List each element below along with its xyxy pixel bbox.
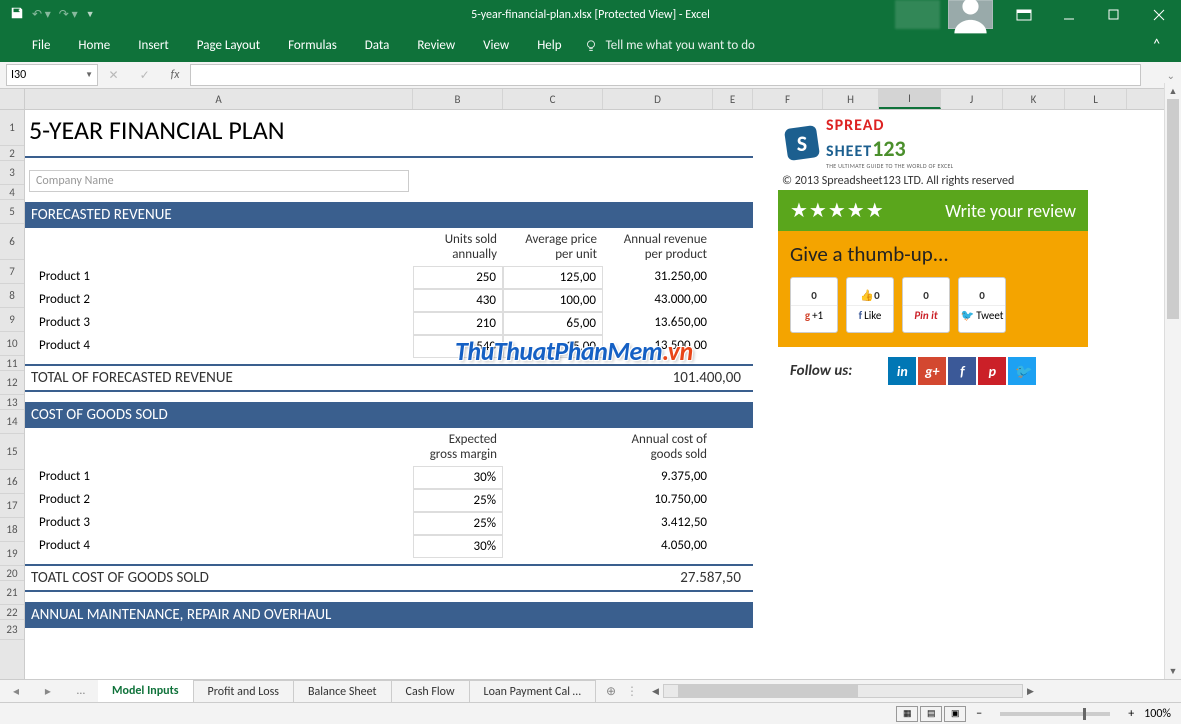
zoom-level[interactable]: 100% xyxy=(1144,707,1171,721)
tab-file[interactable]: File xyxy=(18,30,64,61)
qat-dropdown-icon[interactable]: ▼ xyxy=(86,9,95,20)
spreadsheet123-logo: S SPREAD SHEET123 THE ULTIMATE GUIDE TO … xyxy=(778,110,1088,172)
stars-icon: ★★★★★ xyxy=(790,198,885,223)
sheet-tab-cashflow[interactable]: Cash Flow xyxy=(392,680,470,703)
cogs-header: COST OF GOODS SOLD xyxy=(25,402,753,428)
tab-formulas[interactable]: Formulas xyxy=(274,30,351,61)
row-headers[interactable]: 1 2 3 4 5 6 7 8 9 10 11 12 13 14 15 16 1… xyxy=(0,89,25,679)
column-headers[interactable]: A B C D E F H I J K L xyxy=(25,89,1181,110)
user-avatar[interactable] xyxy=(948,0,993,29)
ribbon-collapse-icon[interactable]: ˄ xyxy=(1152,36,1161,55)
pinterest-button[interactable]: 0 Pin it xyxy=(902,277,950,333)
sheet-title: 5-YEAR FINANCIAL PLAN xyxy=(25,110,753,158)
lightbulb-icon xyxy=(584,39,598,53)
copyright-text: © 2013 Spreadsheet123 LTD. All rights re… xyxy=(778,172,1088,190)
hscroll-right-icon[interactable]: ▶ xyxy=(1027,686,1034,697)
tab-nav-prev-icon[interactable]: ▸ xyxy=(45,684,51,699)
tab-review[interactable]: Review xyxy=(403,30,469,61)
scroll-up-icon[interactable]: ▲ xyxy=(1165,83,1181,99)
add-sheet-button[interactable]: ⊕ xyxy=(596,684,626,699)
formula-bar: I30▼ ✕ ✓ fx ⌄ xyxy=(0,62,1181,89)
company-name-input[interactable]: Company Name xyxy=(29,170,409,192)
ribbon-display-icon[interactable] xyxy=(1001,0,1046,29)
scroll-thumb[interactable] xyxy=(1167,99,1179,319)
svg-text:S: S xyxy=(797,130,807,157)
tab-page-layout[interactable]: Page Layout xyxy=(183,30,274,61)
user-name-blur xyxy=(895,0,940,29)
tab-nav-more-icon[interactable]: … xyxy=(77,684,85,698)
sheet-tab-pl[interactable]: Profit and Loss xyxy=(194,680,294,703)
forecast-revenue-header: FORECASTED REVENUE xyxy=(25,202,753,228)
total-cogs-row: TOATL COST OF GOODS SOLD 27.587,50 xyxy=(25,564,753,592)
status-bar: ▦ ▤ ▣ − + 100% xyxy=(0,702,1181,724)
google-plus-button[interactable]: 0 g+1 xyxy=(790,277,838,333)
twitter-icon[interactable]: 🐦 xyxy=(1008,357,1036,385)
normal-view-icon[interactable]: ▦ xyxy=(896,706,918,722)
zoom-slider[interactable] xyxy=(1000,712,1110,716)
tab-home[interactable]: Home xyxy=(64,30,124,61)
worksheet[interactable]: 5-YEAR FINANCIAL PLAN Company Name FOREC… xyxy=(25,110,1181,628)
table-cell[interactable]: 250 xyxy=(413,266,503,289)
maximize-button[interactable] xyxy=(1091,0,1136,29)
vertical-scrollbar[interactable]: ▲ ▼ xyxy=(1164,83,1181,679)
scroll-down-icon[interactable]: ▼ xyxy=(1165,663,1181,679)
formula-input[interactable] xyxy=(190,64,1141,86)
page-layout-view-icon[interactable]: ▤ xyxy=(920,706,942,722)
total-revenue-row: TOTAL OF FORECASTED REVENUE 101.400,00 xyxy=(25,364,753,392)
ribbon-tabs: File Home Insert Page Layout Formulas Da… xyxy=(0,29,1181,62)
sheet-tab-loan[interactable]: Loan Payment Cal … xyxy=(470,680,596,703)
window-title: 5-year-financial-plan.xlsx [Protected Vi… xyxy=(471,8,710,22)
tell-me-search[interactable]: Tell me what you want to do xyxy=(584,38,755,53)
table-cell[interactable]: Product 1 xyxy=(25,266,413,289)
hscroll-left-icon[interactable]: ◀ xyxy=(652,686,659,697)
tab-nav-first-icon[interactable]: ◂ xyxy=(13,684,19,699)
name-box[interactable]: I30▼ xyxy=(6,64,98,86)
thumb-up-title: Give a thumb-up... xyxy=(790,241,1076,267)
sheet-tab-balance[interactable]: Balance Sheet xyxy=(294,680,392,703)
side-promo-panel: S SPREAD SHEET123 THE ULTIMATE GUIDE TO … xyxy=(778,110,1088,395)
chevron-down-icon[interactable]: ▼ xyxy=(85,70,93,80)
tab-insert[interactable]: Insert xyxy=(124,30,183,61)
worksheet-tabs: ◂ ▸ … Model Inputs Profit and Loss Balan… xyxy=(0,679,1181,702)
formula-expand-icon[interactable]: ⌄ xyxy=(1161,69,1181,82)
tweet-button[interactable]: 0 🐦Tweet xyxy=(958,277,1006,333)
zoom-in-icon[interactable]: + xyxy=(1128,707,1134,721)
sheet-tab-model-inputs[interactable]: Model Inputs xyxy=(98,679,194,704)
write-review-button[interactable]: ★★★★★ Write your review xyxy=(778,190,1088,231)
redo-icon[interactable]: ↷ ▾ xyxy=(59,7,78,22)
title-bar: ↶ ▾ ↷ ▾ ▼ 5-year-financial-plan.xlsx [Pr… xyxy=(0,0,1181,29)
fx-icon[interactable]: fx xyxy=(171,68,180,82)
zoom-out-icon[interactable]: − xyxy=(976,707,982,721)
enter-formula-icon: ✓ xyxy=(140,68,150,83)
table-cell[interactable]: 125,00 xyxy=(503,266,603,289)
table-cell[interactable]: 31.250,00 xyxy=(603,266,713,289)
horizontal-scrollbar[interactable] xyxy=(663,684,1023,698)
maintenance-header: ANNUAL MAINTENANCE, REPAIR AND OVERHAUL xyxy=(25,602,753,628)
facebook-icon[interactable]: f xyxy=(948,357,976,385)
undo-icon[interactable]: ↶ ▾ xyxy=(32,7,51,22)
googleplus-icon[interactable]: g+ xyxy=(918,357,946,385)
pinterest-icon[interactable]: p xyxy=(978,357,1006,385)
minimize-button[interactable] xyxy=(1046,0,1091,29)
cancel-formula-icon: ✕ xyxy=(109,68,119,83)
linkedin-icon[interactable]: in xyxy=(888,357,916,385)
facebook-like-button[interactable]: 👍 0 f Like xyxy=(846,277,894,333)
watermark-text: ThuThuatPhanMem.vn xyxy=(455,335,693,367)
page-break-view-icon[interactable]: ▣ xyxy=(944,706,966,722)
tab-data[interactable]: Data xyxy=(351,30,404,61)
follow-us-label: Follow us: xyxy=(790,362,852,380)
save-icon[interactable] xyxy=(10,6,24,24)
tab-view[interactable]: View xyxy=(469,30,523,61)
tab-help[interactable]: Help xyxy=(523,30,575,61)
close-button[interactable] xyxy=(1136,0,1181,29)
